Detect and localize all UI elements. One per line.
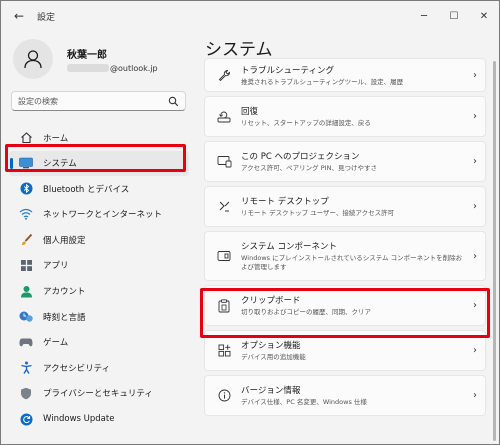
sidebar-item-bluetooth[interactable]: Bluetooth とデバイス [9,176,189,201]
card-troubleshoot[interactable]: トラブルシューティング 推奨されるトラブルシューティングツール、設定、履歴 › [204,58,486,92]
card-about[interactable]: バージョン情報 デバイス仕様、PC 名変更、Windows 仕様 › [204,375,486,416]
close-button[interactable]: ✕ [469,1,499,31]
sidebar-item-accounts[interactable]: アカウント [9,279,189,304]
search-box[interactable] [11,91,186,111]
chevron-right-icon: › [473,156,477,167]
sidebar-item-time-language[interactable]: 時刻と言語 [9,304,189,329]
user-icon [24,50,42,69]
highlight-box-clipboard [200,288,490,338]
home-icon [19,131,33,145]
remote-desktop-icon [215,198,233,216]
chevron-right-icon: › [473,390,477,401]
sidebar: 秋葉一郎 @outlook.jp ホーム [1,31,191,444]
window-controls: ─ ☐ ✕ [409,1,499,31]
sidebar-item-apps[interactable]: アプリ [9,253,189,278]
sidebar-item-accessibility[interactable]: アクセシビリティ [9,355,189,380]
page-title: システム [205,40,273,60]
recovery-icon [215,108,233,126]
gaming-icon [19,335,33,349]
shield-icon [19,386,33,400]
chevron-right-icon: › [473,111,477,122]
card-system-components[interactable]: システム コンポーネント Windows にプレインストールされているシステム … [204,231,486,281]
email-redaction [67,64,109,72]
sidebar-item-gaming[interactable]: ゲーム [9,330,189,355]
bluetooth-icon [19,182,33,196]
sidebar-item-personalization[interactable]: 個人用設定 [9,227,189,252]
title-bar: ← 設定 ─ ☐ ✕ [1,1,499,31]
apps-icon [19,258,33,272]
window-title: 設定 [37,12,56,23]
optional-features-icon [215,342,233,360]
settings-list: トラブルシューティング 推奨されるトラブルシューティングツール、設定、履歴 › … [204,58,486,420]
chevron-right-icon: › [473,345,477,356]
chevron-right-icon: › [473,69,477,81]
info-icon [215,387,233,405]
wrench-icon [215,66,233,84]
user-profile[interactable]: 秋葉一郎 @outlook.jp [13,39,158,79]
card-recovery[interactable]: 回復 リセット、スタートアップの詳細設定、戻る › [204,96,486,137]
card-projection[interactable]: この PC へのプロジェクション アクセス許可、ペアリング PIN、見つけやすさ… [204,141,486,182]
minimize-button[interactable]: ─ [409,1,439,31]
back-button[interactable]: ← [1,1,37,31]
brush-icon [19,233,33,247]
projection-icon [215,153,233,171]
user-name: 秋葉一郎 [67,49,107,61]
chevron-right-icon: › [473,250,477,262]
update-icon [19,412,33,426]
maximize-button[interactable]: ☐ [439,1,469,31]
time-language-icon [19,310,33,324]
card-remote-desktop[interactable]: リモート デスクトップ リモート デスクトップ ユーザー、接続アクセス許可 › [204,186,486,227]
account-icon [19,284,33,298]
components-icon [215,247,233,265]
network-icon [19,207,33,221]
settings-window: ← 設定 ─ ☐ ✕ 秋葉一郎 @outlook.jp 設定の検索 ホーム シス… [0,0,500,445]
scrollbar[interactable] [493,61,496,441]
highlight-box-system [5,144,186,172]
search-input[interactable] [18,96,168,106]
chevron-right-icon: › [473,201,477,212]
accessibility-icon [19,361,33,375]
search-icon [168,96,179,107]
user-email: @outlook.jp [110,63,158,73]
sidebar-item-windows-update[interactable]: Windows Update [9,407,189,432]
avatar [13,39,53,79]
sidebar-item-network[interactable]: ネットワークとインターネット [9,202,189,227]
sidebar-item-privacy[interactable]: プライバシーとセキュリティ [9,381,189,406]
